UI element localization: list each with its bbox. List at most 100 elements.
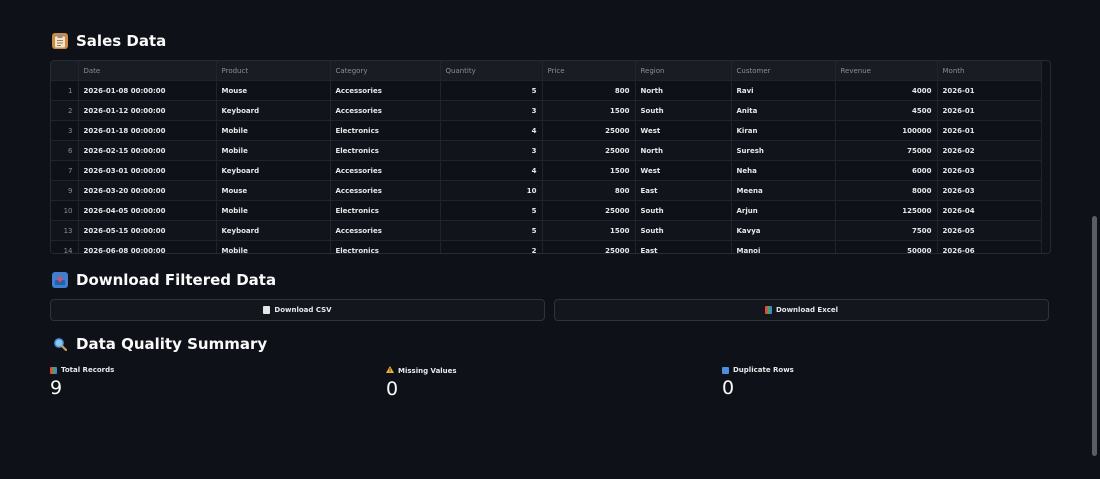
cell-month[interactable]: 2026-01: [937, 100, 1042, 121]
cell-category[interactable]: Electronics: [330, 120, 441, 141]
cell-quantity[interactable]: 10: [440, 180, 543, 201]
cell-quantity[interactable]: 5: [440, 220, 543, 241]
cell-product[interactable]: Mouse: [216, 80, 331, 101]
cell-revenue[interactable]: 75000: [835, 140, 938, 161]
column-header[interactable]: Price: [542, 61, 636, 81]
cell-date[interactable]: 2026-06-08 00:00:00: [78, 240, 217, 253]
cell-month[interactable]: 2026-05: [937, 220, 1042, 241]
cell-category[interactable]: Accessories: [330, 220, 441, 241]
cell-customer[interactable]: Neha: [731, 160, 836, 181]
column-header[interactable]: Revenue: [835, 61, 938, 81]
cell-category[interactable]: Electronics: [330, 140, 441, 161]
cell-category[interactable]: Accessories: [330, 100, 441, 121]
cell-region[interactable]: West: [635, 160, 732, 181]
cell-region[interactable]: West: [635, 120, 732, 141]
cell-category[interactable]: Electronics: [330, 240, 441, 253]
cell-category[interactable]: Accessories: [330, 80, 441, 101]
cell-price[interactable]: 25000: [542, 240, 636, 253]
cell-revenue[interactable]: 4000: [835, 80, 938, 101]
cell-date[interactable]: 2026-02-15 00:00:00: [78, 140, 217, 161]
cell-quantity[interactable]: 5: [440, 200, 543, 221]
cell-product[interactable]: Keyboard: [216, 100, 331, 121]
cell-customer[interactable]: Anita: [731, 100, 836, 121]
cell-price[interactable]: 1500: [542, 100, 636, 121]
cell-region[interactable]: North: [635, 80, 732, 101]
column-header[interactable]: Date: [78, 61, 217, 81]
cell-product[interactable]: Mouse: [216, 180, 331, 201]
cell-region[interactable]: East: [635, 240, 732, 253]
cell-quantity[interactable]: 4: [440, 160, 543, 181]
table-row[interactable]: 6 2026-02-15 00:00:00 Mobile Electronics…: [51, 140, 1042, 161]
sales-data-table[interactable]: Date Product Category Quantity Price Reg…: [50, 60, 1051, 254]
cell-quantity[interactable]: 5: [440, 80, 543, 101]
cell-quantity[interactable]: 3: [440, 140, 543, 161]
column-header[interactable]: Customer: [731, 61, 836, 81]
table-row[interactable]: 13 2026-05-15 00:00:00 Keyboard Accessor…: [51, 220, 1042, 241]
cell-customer[interactable]: Arjun: [731, 200, 836, 221]
cell-date[interactable]: 2026-01-12 00:00:00: [78, 100, 217, 121]
cell-customer[interactable]: Manoj: [731, 240, 836, 253]
cell-month[interactable]: 2026-03: [937, 180, 1042, 201]
cell-date[interactable]: 2026-03-01 00:00:00: [78, 160, 217, 181]
cell-region[interactable]: South: [635, 100, 732, 121]
cell-customer[interactable]: Ravi: [731, 80, 836, 101]
cell-revenue[interactable]: 100000: [835, 120, 938, 141]
cell-customer[interactable]: Meena: [731, 180, 836, 201]
cell-date[interactable]: 2026-04-05 00:00:00: [78, 200, 217, 221]
cell-price[interactable]: 800: [542, 80, 636, 101]
cell-region[interactable]: South: [635, 200, 732, 221]
cell-month[interactable]: 2026-04: [937, 200, 1042, 221]
cell-revenue[interactable]: 125000: [835, 200, 938, 221]
table-row[interactable]: 7 2026-03-01 00:00:00 Keyboard Accessori…: [51, 160, 1042, 181]
cell-product[interactable]: Mobile: [216, 120, 331, 141]
cell-month[interactable]: 2026-01: [937, 80, 1042, 101]
cell-month[interactable]: 2026-02: [937, 140, 1042, 161]
cell-quantity[interactable]: 2: [440, 240, 543, 253]
cell-customer[interactable]: Kiran: [731, 120, 836, 141]
page-scrollbar[interactable]: [1092, 216, 1097, 456]
cell-revenue[interactable]: 8000: [835, 180, 938, 201]
cell-price[interactable]: 25000: [542, 120, 636, 141]
cell-price[interactable]: 25000: [542, 140, 636, 161]
cell-quantity[interactable]: 4: [440, 120, 543, 141]
cell-revenue[interactable]: 7500: [835, 220, 938, 241]
column-header[interactable]: Month: [937, 61, 1042, 81]
cell-price[interactable]: 25000: [542, 200, 636, 221]
cell-product[interactable]: Mobile: [216, 200, 331, 221]
column-header[interactable]: Region: [635, 61, 732, 81]
cell-region[interactable]: East: [635, 180, 732, 201]
cell-price[interactable]: 1500: [542, 160, 636, 181]
table-row[interactable]: 1 2026-01-08 00:00:00 Mouse Accessories …: [51, 80, 1042, 101]
cell-month[interactable]: 2026-03: [937, 160, 1042, 181]
cell-product[interactable]: Mobile: [216, 140, 331, 161]
cell-product[interactable]: Keyboard: [216, 220, 331, 241]
cell-region[interactable]: North: [635, 140, 732, 161]
column-header[interactable]: Product: [216, 61, 331, 81]
cell-date[interactable]: 2026-05-15 00:00:00: [78, 220, 217, 241]
cell-product[interactable]: Keyboard: [216, 160, 331, 181]
download-excel-button[interactable]: Download Excel: [554, 299, 1049, 321]
table-row[interactable]: 9 2026-03-20 00:00:00 Mouse Accessories …: [51, 180, 1042, 201]
table-row[interactable]: 14 2026-06-08 00:00:00 Mobile Electronic…: [51, 240, 1042, 253]
column-header[interactable]: Quantity: [440, 61, 543, 81]
cell-revenue[interactable]: 50000: [835, 240, 938, 253]
download-csv-button[interactable]: Download CSV: [50, 299, 545, 321]
cell-customer[interactable]: Kavya: [731, 220, 836, 241]
column-header[interactable]: Category: [330, 61, 441, 81]
cell-category[interactable]: Electronics: [330, 200, 441, 221]
table-row[interactable]: 3 2026-01-18 00:00:00 Mobile Electronics…: [51, 120, 1042, 141]
cell-category[interactable]: Accessories: [330, 180, 441, 201]
cell-date[interactable]: 2026-03-20 00:00:00: [78, 180, 217, 201]
cell-product[interactable]: Mobile: [216, 240, 331, 253]
cell-quantity[interactable]: 3: [440, 100, 543, 121]
cell-date[interactable]: 2026-01-18 00:00:00: [78, 120, 217, 141]
cell-revenue[interactable]: 6000: [835, 160, 938, 181]
cell-category[interactable]: Accessories: [330, 160, 441, 181]
cell-customer[interactable]: Suresh: [731, 140, 836, 161]
cell-region[interactable]: South: [635, 220, 732, 241]
table-row[interactable]: 2 2026-01-12 00:00:00 Keyboard Accessori…: [51, 100, 1042, 121]
cell-date[interactable]: 2026-01-08 00:00:00: [78, 80, 217, 101]
cell-revenue[interactable]: 4500: [835, 100, 938, 121]
cell-month[interactable]: 2026-01: [937, 120, 1042, 141]
cell-month[interactable]: 2026-06: [937, 240, 1042, 253]
